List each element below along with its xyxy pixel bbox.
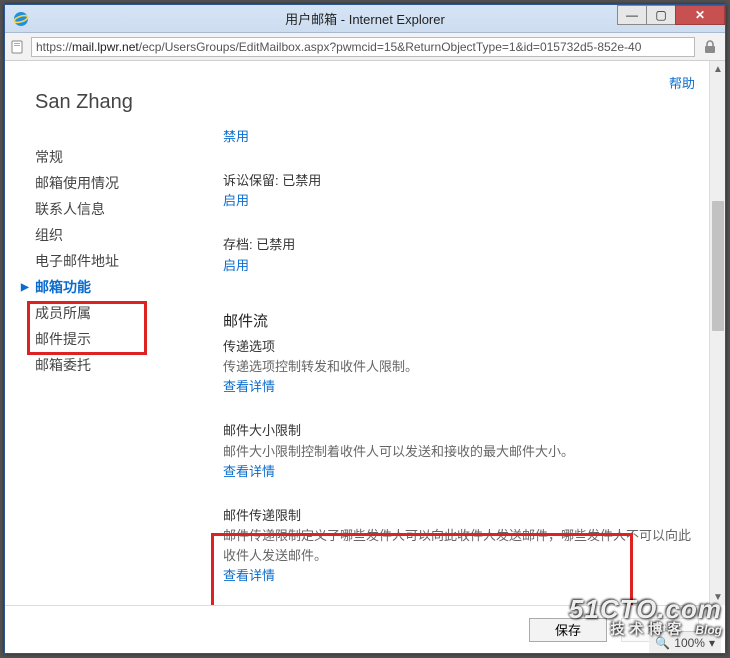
delivery-restriction-details-link[interactable]: 查看详情: [223, 568, 275, 583]
page-icon: [11, 40, 25, 54]
size-limit-name: 邮件大小限制: [223, 421, 691, 441]
delivery-options-desc: 传递选项控制转发和收件人限制。: [223, 357, 691, 377]
address-bar: https://mail.lpwr.net/ecp/UsersGroups/Ed…: [5, 33, 725, 61]
close-button[interactable]: ✕: [675, 5, 725, 25]
minimize-button[interactable]: —: [617, 5, 647, 25]
sidebar-item-email-address[interactable]: 电子邮件地址: [35, 248, 195, 274]
scroll-up-icon[interactable]: ▲: [710, 61, 725, 77]
footer-bar: 保存 取消: [5, 605, 709, 653]
page-title: San Zhang: [35, 91, 195, 114]
maximize-button[interactable]: ▢: [646, 5, 676, 25]
titlebar: 用户邮箱 - Internet Explorer — ▢ ✕: [5, 5, 725, 33]
zoom-icon: 🔍: [655, 636, 670, 650]
delivery-restriction-name: 邮件传递限制: [223, 506, 691, 526]
scroll-down-icon[interactable]: ▼: [710, 589, 725, 605]
sidebar-item-usage[interactable]: 邮箱使用情况: [35, 170, 195, 196]
delivery-options-details-link[interactable]: 查看详情: [223, 379, 275, 394]
disable-link[interactable]: 禁用: [223, 129, 249, 144]
sidebar-item-member-of[interactable]: 成员所属: [35, 300, 195, 326]
mailflow-title: 邮件流: [223, 310, 691, 333]
delivery-restriction-desc: 邮件传递限制定义了哪些发件人可以向此收件人发送邮件，哪些发件人不可以向此收件人发…: [223, 526, 691, 566]
litigation-hold-label: 诉讼保留: 已禁用: [223, 171, 691, 191]
archive-enable-link[interactable]: 启用: [223, 258, 249, 273]
size-limit-desc: 邮件大小限制控制着收件人可以发送和接收的最大邮件大小。: [223, 442, 691, 462]
window-title: 用户邮箱 - Internet Explorer: [285, 9, 445, 28]
ie-icon: [13, 11, 29, 27]
zoom-indicator[interactable]: 🔍 100% ▾: [649, 631, 721, 653]
chevron-down-icon: ▾: [709, 636, 715, 650]
delivery-options-name: 传递选项: [223, 337, 691, 357]
sidebar-item-general[interactable]: 常规: [35, 144, 195, 170]
scroll-thumb[interactable]: [712, 201, 724, 331]
scrollbar[interactable]: ▲ ▼: [709, 61, 725, 605]
save-button[interactable]: 保存: [529, 618, 607, 642]
sidebar-item-organization[interactable]: 组织: [35, 222, 195, 248]
sidebar-item-delegation[interactable]: 邮箱委托: [35, 352, 195, 378]
url-input[interactable]: https://mail.lpwr.net/ecp/UsersGroups/Ed…: [31, 37, 695, 57]
lock-icon: [701, 38, 719, 56]
sidebar-item-mailbox-features[interactable]: 邮箱功能: [35, 274, 195, 300]
sidebar-item-mailtip[interactable]: 邮件提示: [35, 326, 195, 352]
litigation-enable-link[interactable]: 启用: [223, 193, 249, 208]
size-limit-details-link[interactable]: 查看详情: [223, 464, 275, 479]
sidebar-item-contact[interactable]: 联系人信息: [35, 196, 195, 222]
archive-label: 存档: 已禁用: [223, 235, 691, 255]
